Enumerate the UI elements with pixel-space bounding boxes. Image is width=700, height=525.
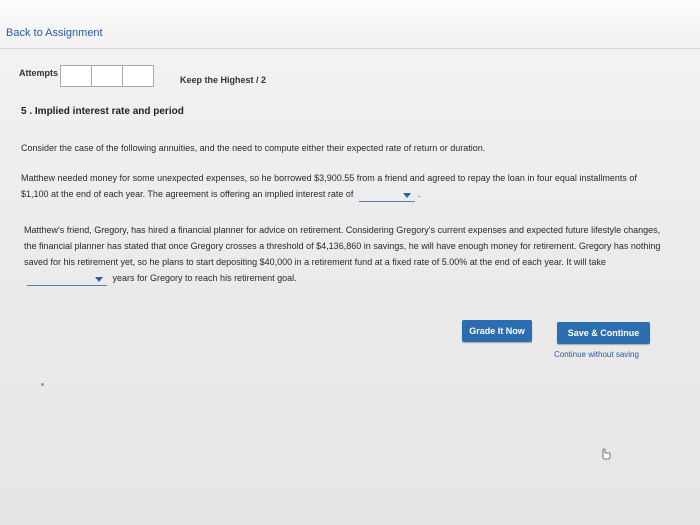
top-bar [0, 0, 700, 49]
gregory-paragraph: Matthew's friend, Gregory, has hired a f… [24, 222, 674, 286]
years-dropdown[interactable] [27, 273, 107, 286]
hand-cursor-icon [602, 448, 611, 460]
keep-highest-label: Keep the Highest / 2 [180, 75, 267, 85]
matthew-text: Matthew needed money for some unexpected… [21, 173, 637, 199]
grade-it-now-button[interactable]: Grade It Now [462, 320, 532, 342]
interest-rate-dropdown[interactable] [358, 189, 415, 202]
continue-without-saving-link[interactable]: Continue without saving [554, 350, 639, 359]
chevron-down-icon [402, 193, 411, 198]
gregory-text: Matthew's friend, Gregory, has hired a f… [24, 225, 661, 267]
question-title: 5 . Implied interest rate and period [21, 106, 184, 117]
attempt-box [60, 65, 92, 87]
chevron-down-icon [95, 277, 103, 282]
matthew-paragraph: Matthew needed money for some unexpected… [21, 170, 661, 202]
back-to-assignment-link[interactable]: Back to Assignment [6, 27, 103, 39]
matthew-text-end: . [417, 189, 421, 199]
attempt-box [122, 65, 154, 87]
decorative-dot [41, 383, 44, 386]
question-intro: Consider the case of the following annui… [21, 143, 486, 153]
attempt-box [91, 65, 123, 87]
save-and-continue-button[interactable]: Save & Continue [557, 322, 650, 344]
attempt-boxes [60, 65, 154, 87]
attempts-label: Attempts [19, 68, 59, 78]
gregory-text-end: years for Gregory to reach his retiremen… [112, 273, 297, 283]
